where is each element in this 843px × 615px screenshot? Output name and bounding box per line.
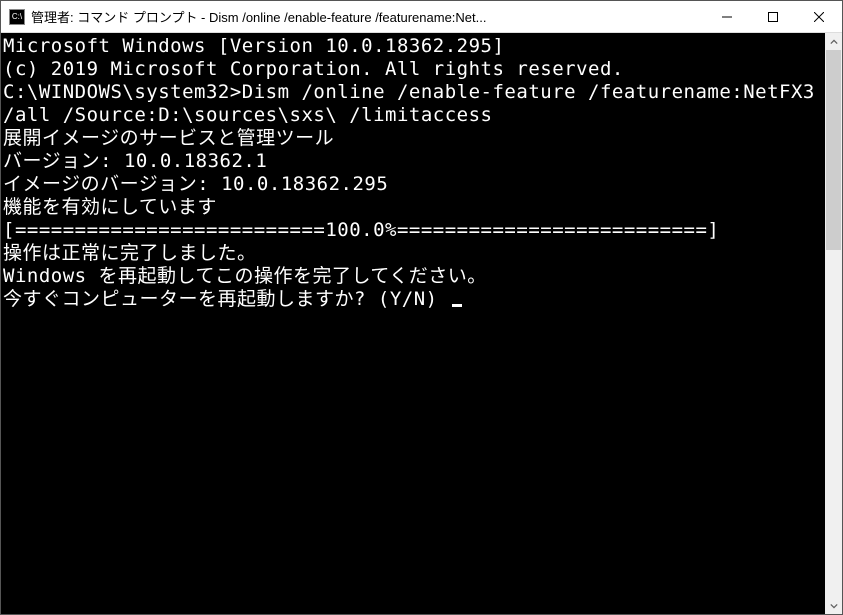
app-icon: C:\ <box>9 9 25 25</box>
scrollbar-track[interactable] <box>825 50 842 597</box>
terminal-line: 操作は正常に完了しました。 <box>3 242 823 265</box>
minimize-button[interactable] <box>704 1 750 32</box>
scroll-down-button[interactable] <box>825 597 842 614</box>
command-prompt-window: C:\ 管理者: コマンド プロンプト - Dism /online /enab… <box>0 0 843 615</box>
terminal-line: (c) 2019 Microsoft Corporation. All righ… <box>3 58 823 81</box>
close-icon <box>814 12 824 22</box>
minimize-icon <box>722 12 732 22</box>
terminal-area: Microsoft Windows [Version 10.0.18362.29… <box>1 33 842 614</box>
terminal-line: [==========================100.0%=======… <box>3 219 823 242</box>
terminal-output[interactable]: Microsoft Windows [Version 10.0.18362.29… <box>1 33 825 614</box>
scroll-up-button[interactable] <box>825 33 842 50</box>
chevron-down-icon <box>830 602 838 610</box>
terminal-line: 機能を有効にしています <box>3 196 823 219</box>
terminal-line: C:\WINDOWS\system32>Dism /online /enable… <box>3 81 823 127</box>
terminal-line: Windows を再起動してこの操作を完了してください。 <box>3 265 823 288</box>
titlebar[interactable]: C:\ 管理者: コマンド プロンプト - Dism /online /enab… <box>1 1 842 33</box>
terminal-line: 今すぐコンピューターを再起動しますか? (Y/N) <box>3 288 823 311</box>
chevron-up-icon <box>830 38 838 46</box>
window-title: 管理者: コマンド プロンプト - Dism /online /enable-f… <box>31 7 704 26</box>
terminal-line: イメージのバージョン: 10.0.18362.295 <box>3 173 823 196</box>
terminal-cursor <box>452 304 462 307</box>
terminal-line: 展開イメージのサービスと管理ツール <box>3 127 823 150</box>
scrollbar-thumb[interactable] <box>826 50 841 250</box>
maximize-icon <box>768 12 778 22</box>
close-button[interactable] <box>796 1 842 32</box>
vertical-scrollbar[interactable] <box>825 33 842 614</box>
maximize-button[interactable] <box>750 1 796 32</box>
window-controls <box>704 1 842 32</box>
terminal-line: Microsoft Windows [Version 10.0.18362.29… <box>3 35 823 58</box>
terminal-line: バージョン: 10.0.18362.1 <box>3 150 823 173</box>
